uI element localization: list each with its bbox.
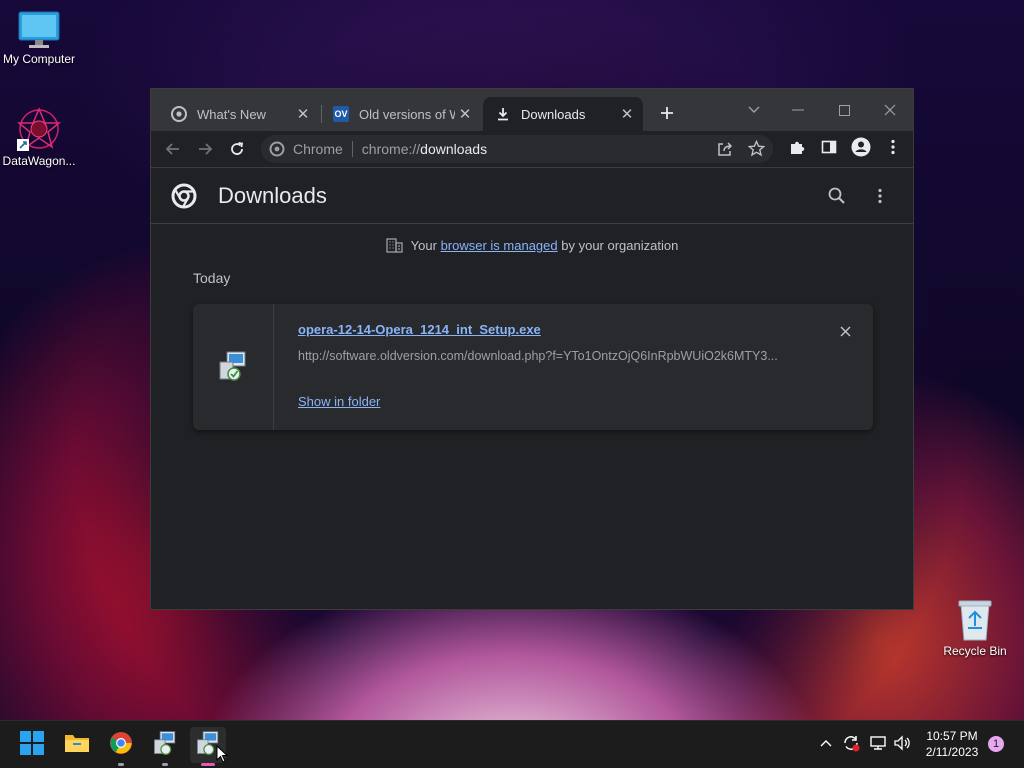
downloads-menu-icon[interactable] bbox=[878, 188, 882, 209]
puzzle-icon bbox=[789, 139, 805, 160]
tab-downloads[interactable]: Downloads ✕ bbox=[483, 97, 643, 131]
browser-toolbar: Chrome chrome://downloads bbox=[151, 131, 913, 168]
chrome-taskbar-button[interactable] bbox=[103, 727, 139, 766]
clock-time: 10:57 PM bbox=[926, 729, 978, 743]
close-icon[interactable]: ✕ bbox=[293, 104, 313, 124]
download-source-url[interactable]: http://software.oldversion.com/download.… bbox=[298, 349, 798, 363]
show-in-folder-link[interactable]: Show in folder bbox=[298, 394, 380, 409]
profile-button[interactable] bbox=[847, 135, 875, 163]
folder-icon bbox=[64, 732, 90, 759]
desktop-icon-recycle-bin[interactable]: Recycle Bin bbox=[937, 598, 1013, 658]
side-panel-button[interactable] bbox=[815, 135, 843, 163]
chrome-window: What's New ✕ OV Old versions of Wi ✕ Dow… bbox=[150, 88, 914, 610]
chrome-logo-icon bbox=[171, 183, 197, 214]
section-label-today: Today bbox=[193, 270, 231, 286]
window-close-button[interactable] bbox=[867, 95, 913, 125]
tab-whats-new[interactable]: What's New ✕ bbox=[159, 97, 319, 131]
datawagon-icon bbox=[16, 106, 62, 152]
installer-taskbar-button[interactable] bbox=[147, 727, 183, 766]
managed-suffix: by your organization bbox=[561, 238, 679, 253]
show-hidden-icons-button[interactable] bbox=[817, 731, 835, 755]
minimize-button[interactable] bbox=[775, 95, 821, 125]
installer-icon bbox=[152, 730, 178, 761]
tab-label: What's New bbox=[197, 106, 266, 122]
monitor-icon bbox=[17, 10, 61, 50]
bookmark-star-icon[interactable] bbox=[747, 139, 766, 160]
downloads-content: Your browser is managed by your organiza… bbox=[151, 224, 913, 609]
ov-icon: OV bbox=[333, 106, 349, 122]
tab-label: Downloads bbox=[521, 106, 586, 122]
tab-label: Old versions of Wi bbox=[359, 106, 455, 122]
desktop-icon-label: Recycle Bin bbox=[943, 644, 1007, 658]
taskbar: 10:57 PM 2/11/2023 1 bbox=[0, 720, 1024, 768]
start-button[interactable] bbox=[14, 727, 50, 763]
maximize-button[interactable] bbox=[821, 95, 867, 125]
recycle-bin-icon bbox=[955, 598, 995, 642]
site-label: Chrome bbox=[293, 141, 343, 157]
desktop-icon-label: My Computer bbox=[2, 52, 76, 66]
installer-icon bbox=[217, 350, 249, 387]
windows-logo-icon bbox=[20, 730, 44, 760]
reload-button[interactable] bbox=[223, 135, 251, 163]
sync-status-icon[interactable] bbox=[840, 731, 862, 755]
url-host: downloads bbox=[420, 141, 488, 157]
url-prefix: chrome:// bbox=[361, 141, 421, 157]
clock-date: 2/11/2023 bbox=[925, 745, 979, 759]
chrome-icon bbox=[171, 106, 187, 122]
network-icon[interactable] bbox=[867, 731, 889, 755]
page-title: Downloads bbox=[218, 183, 327, 208]
back-button[interactable] bbox=[159, 135, 187, 163]
download-filename-link[interactable]: opera-12-14-Opera_1214_int_Setup.exe bbox=[298, 322, 541, 337]
tab-old-versions[interactable]: OV Old versions of Wi ✕ bbox=[321, 97, 481, 131]
clock[interactable]: 10:57 PM 2/11/2023 bbox=[918, 728, 986, 760]
forward-button[interactable] bbox=[191, 135, 219, 163]
managed-prefix: Your bbox=[410, 238, 437, 253]
active-indicator bbox=[201, 763, 215, 766]
volume-icon[interactable] bbox=[891, 731, 913, 755]
chrome-icon bbox=[269, 141, 285, 157]
browser-managed-link[interactable]: browser is managed bbox=[441, 238, 558, 253]
managed-notice: Your browser is managed by your organiza… bbox=[151, 238, 913, 256]
address-divider bbox=[351, 141, 353, 157]
share-icon[interactable] bbox=[717, 141, 733, 160]
new-tab-button[interactable] bbox=[653, 99, 681, 127]
file-explorer-button[interactable] bbox=[59, 727, 95, 763]
close-icon[interactable]: ✕ bbox=[455, 104, 475, 124]
file-icon-area bbox=[193, 304, 274, 430]
downloads-header: Downloads bbox=[151, 168, 913, 224]
profile-avatar-icon bbox=[851, 137, 871, 162]
tab-strip: What's New ✕ OV Old versions of Wi ✕ Dow… bbox=[151, 89, 913, 131]
desktop-icon-label: DataWagon... bbox=[2, 154, 76, 168]
mouse-cursor-icon bbox=[216, 744, 229, 768]
desktop-icon-datawagon[interactable]: DataWagon... bbox=[1, 106, 77, 168]
download-icon bbox=[495, 106, 511, 122]
extensions-button[interactable] bbox=[783, 135, 811, 163]
address-bar[interactable]: Chrome chrome://downloads bbox=[261, 135, 773, 163]
remove-download-icon[interactable] bbox=[840, 324, 851, 342]
chrome-color-icon bbox=[109, 731, 133, 760]
browser-menu-button[interactable] bbox=[879, 135, 907, 163]
desktop-icon-my-computer[interactable]: My Computer bbox=[1, 10, 77, 66]
close-icon[interactable]: ✕ bbox=[617, 104, 637, 124]
kebab-menu-icon bbox=[891, 139, 895, 160]
side-panel-icon bbox=[821, 139, 837, 160]
download-item: opera-12-14-Opera_1214_int_Setup.exe htt… bbox=[193, 304, 873, 430]
tab-search-button[interactable] bbox=[731, 95, 777, 125]
running-indicator bbox=[118, 763, 124, 766]
notification-badge[interactable]: 1 bbox=[988, 736, 1004, 752]
running-indicator bbox=[162, 763, 168, 766]
building-icon bbox=[386, 238, 403, 256]
search-icon[interactable] bbox=[828, 187, 845, 209]
